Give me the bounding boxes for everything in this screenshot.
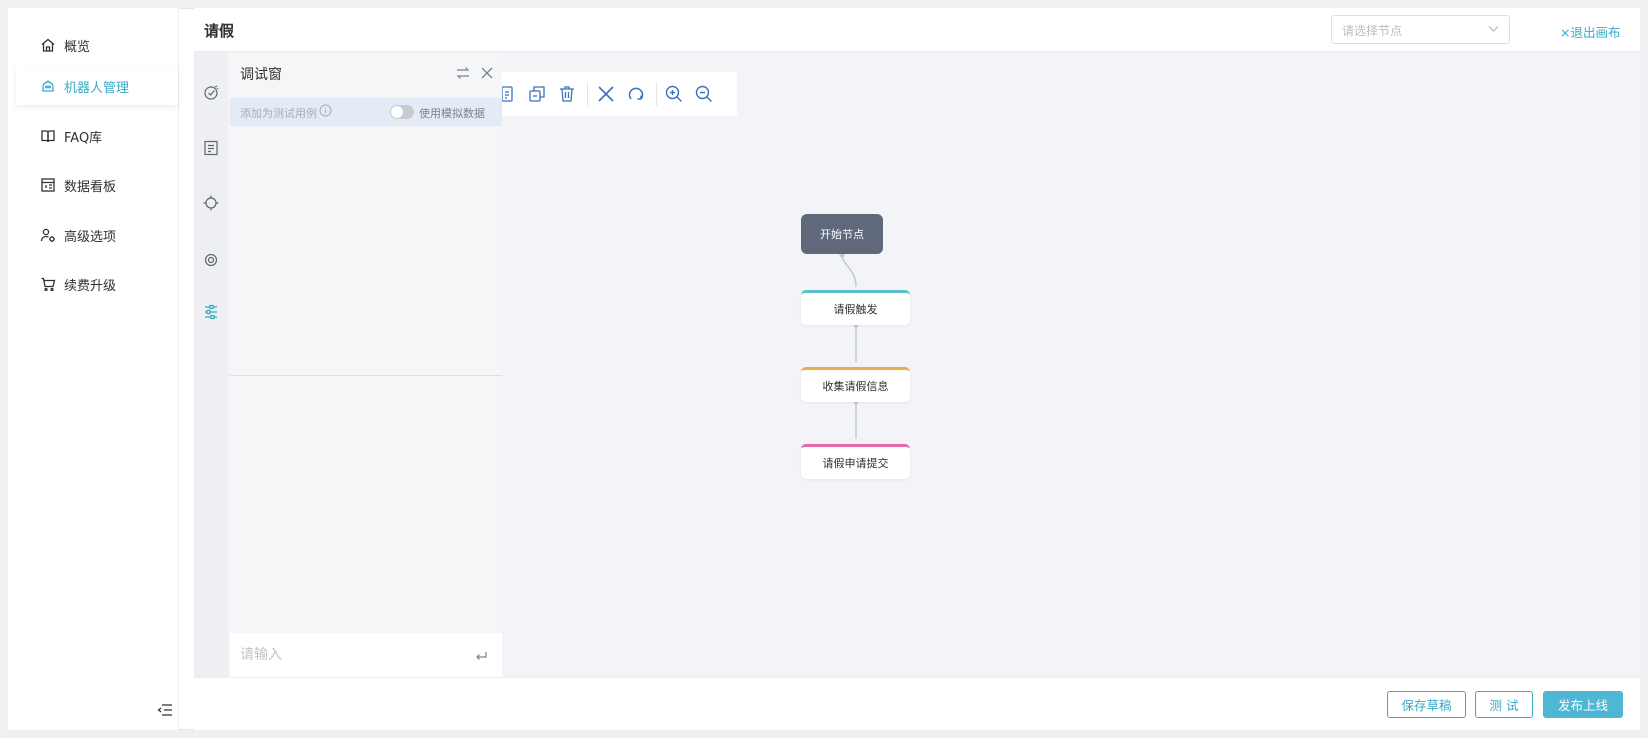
debug-divider bbox=[230, 375, 502, 376]
cart-icon bbox=[41, 277, 56, 292]
users-gear-icon bbox=[40, 228, 55, 242]
flow-node-leave-trigger[interactable]: 请假触发 bbox=[801, 290, 910, 325]
flow-node-submit[interactable]: 请假申请提交 bbox=[801, 444, 910, 479]
mock-data-label: 使用模拟数据 bbox=[419, 107, 485, 120]
collapse-menu-icon[interactable] bbox=[156, 702, 174, 718]
debug-panel-title: 调试窗 bbox=[240, 67, 282, 83]
debug-options-bar: 添加为测试用例 使用模拟数据 bbox=[230, 98, 502, 126]
debug-input-area bbox=[230, 633, 502, 677]
zoom-out-icon[interactable] bbox=[694, 84, 714, 104]
node-select[interactable]: 请选择节点 bbox=[1331, 15, 1510, 44]
zoom-in-icon[interactable] bbox=[664, 84, 684, 104]
sidebar-item-label: 概览 bbox=[64, 39, 91, 55]
flow-node-collect-info[interactable]: 收集请假信息 bbox=[801, 367, 910, 402]
swap-icon[interactable] bbox=[455, 65, 471, 81]
toolbar-divider bbox=[656, 82, 657, 106]
close-icon[interactable] bbox=[479, 65, 495, 81]
sidebar-item-advanced[interactable]: 高级选项 bbox=[16, 216, 178, 254]
tool-icon-strip bbox=[194, 52, 228, 677]
add-test-case-link[interactable]: 添加为测试用例 bbox=[240, 105, 317, 121]
document-icon[interactable] bbox=[202, 139, 220, 157]
debug-panel: 调试窗 添加为测试用例 使用模拟数据 bbox=[230, 53, 502, 677]
toolbar-divider bbox=[587, 82, 588, 106]
node-select-placeholder: 请选择节点 bbox=[1342, 24, 1403, 38]
exit-canvas-link[interactable]: ×退出画布 bbox=[1560, 22, 1620, 41]
sidebar: 概览 机器人管理 FAQ库 数据看板 高级选项 续费升级 bbox=[8, 8, 179, 730]
sidebar-item-label: FAQ库 bbox=[64, 130, 103, 146]
copy-icon[interactable] bbox=[527, 84, 547, 104]
target-check-icon[interactable] bbox=[202, 84, 220, 102]
header: 请假 请选择节点 ×退出画布 bbox=[194, 8, 1640, 52]
enter-icon[interactable] bbox=[474, 649, 488, 663]
chevron-down-icon bbox=[1488, 26, 1499, 32]
save-draft-button[interactable]: 保存草稿 bbox=[1387, 691, 1466, 718]
crosshair-icon[interactable] bbox=[202, 194, 220, 212]
test-button[interactable]: 测 试 bbox=[1475, 691, 1533, 718]
clear-icon[interactable] bbox=[596, 84, 616, 104]
sidebar-item-faq[interactable]: FAQ库 bbox=[16, 117, 178, 155]
publish-button[interactable]: 发布上线 bbox=[1543, 691, 1623, 718]
home-icon bbox=[41, 38, 55, 52]
robot-icon bbox=[42, 80, 54, 92]
debug-message-input[interactable] bbox=[240, 643, 460, 667]
flow-node-start[interactable]: 开始节点 bbox=[801, 214, 883, 254]
sidebar-item-overview[interactable]: 概览 bbox=[16, 26, 178, 64]
dashboard-icon bbox=[41, 178, 55, 192]
sidebar-item-renew[interactable]: 续费升级 bbox=[16, 265, 178, 303]
sidebar-item-label: 数据看板 bbox=[64, 179, 117, 195]
footer-bar: 保存草稿 测 试 发布上线 bbox=[194, 677, 1640, 730]
sliders-icon[interactable] bbox=[202, 303, 220, 321]
page-title: 请假 bbox=[204, 22, 235, 40]
info-icon[interactable] bbox=[319, 104, 332, 117]
book-icon bbox=[41, 130, 55, 143]
delete-icon[interactable] bbox=[557, 84, 577, 104]
sidebar-item-label: 高级选项 bbox=[64, 229, 117, 245]
debug-panel-header: 调试窗 bbox=[230, 53, 502, 98]
settings-icon[interactable] bbox=[202, 251, 220, 269]
sidebar-item-dashboard[interactable]: 数据看板 bbox=[16, 166, 178, 204]
sidebar-item-label: 机器人管理 bbox=[64, 80, 130, 96]
mock-data-toggle[interactable] bbox=[390, 105, 414, 119]
sidebar-item-label: 续费升级 bbox=[64, 278, 117, 294]
reset-icon[interactable] bbox=[626, 84, 646, 104]
canvas-toolbar bbox=[501, 72, 737, 116]
sidebar-item-robot-management[interactable]: 机器人管理 bbox=[16, 67, 178, 105]
